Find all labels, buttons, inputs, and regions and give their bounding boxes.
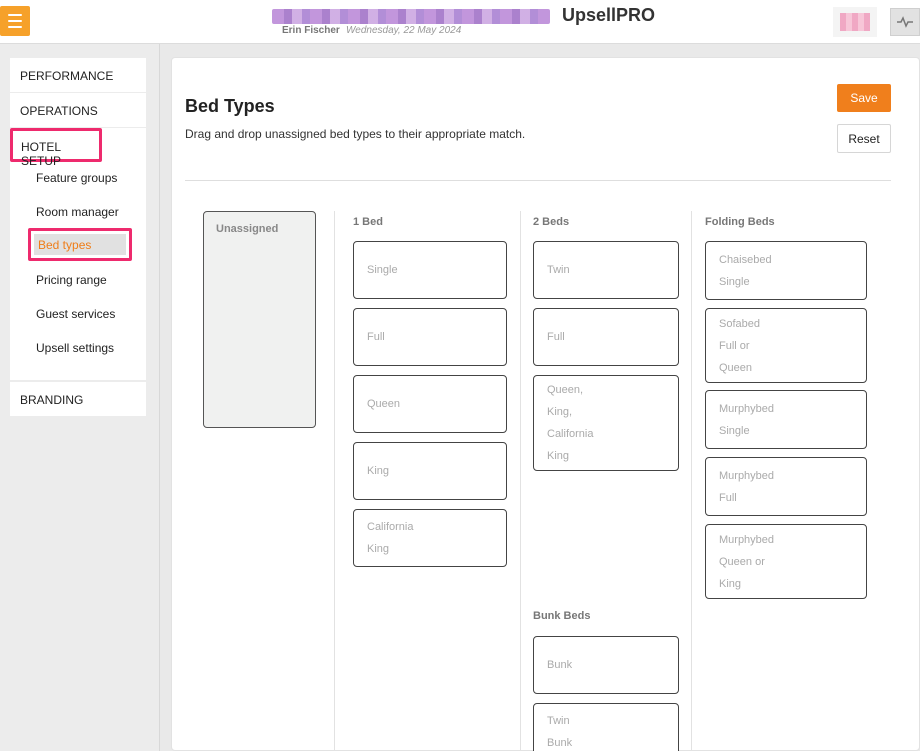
bed-card-king[interactable]: King bbox=[353, 442, 507, 500]
bed-card-line: Queen bbox=[367, 398, 401, 410]
bed-card-twin[interactable]: Twin bbox=[533, 241, 679, 299]
bed-card-line: Murphybed bbox=[719, 402, 775, 415]
hotel-logo bbox=[833, 7, 877, 37]
column-header-folding-beds: Folding Beds bbox=[705, 216, 775, 228]
hamburger-menu-button[interactable] bbox=[0, 6, 30, 36]
activity-icon bbox=[897, 16, 913, 28]
nav-bed-types-label: Bed types bbox=[34, 234, 126, 255]
column-divider bbox=[334, 211, 335, 751]
column-header-2-beds: 2 Beds bbox=[533, 216, 570, 228]
bed-card-full-2[interactable]: Full bbox=[533, 308, 679, 366]
bed-card-line: Full bbox=[547, 331, 565, 343]
bed-card-line: Queen, bbox=[547, 384, 584, 396]
nav-upsell-settings[interactable]: Upsell settings bbox=[36, 341, 114, 355]
page-description: Drag and drop unassigned bed types to th… bbox=[185, 127, 526, 141]
nav-guest-services[interactable]: Guest services bbox=[36, 307, 115, 321]
bed-card-line: Queen or bbox=[719, 555, 765, 568]
bed-card-line: King, bbox=[547, 406, 573, 418]
bed-card-bunk[interactable]: Bunk bbox=[533, 636, 679, 694]
app-name: UpsellPRO bbox=[562, 5, 656, 25]
bed-card-murphybed-queen-king[interactable]: Murphybed Queen or King bbox=[705, 524, 867, 599]
bed-card-line: Chaisebed bbox=[719, 253, 772, 266]
bed-card-line: Single bbox=[367, 264, 398, 276]
bed-card-full[interactable]: Full bbox=[353, 308, 507, 366]
bed-card-single[interactable]: Single bbox=[353, 241, 507, 299]
nav-performance[interactable]: PERFORMANCE bbox=[10, 58, 146, 93]
bed-card-line: Twin bbox=[547, 715, 570, 727]
bed-card-line: King bbox=[719, 577, 742, 590]
bed-card-murphybed-full[interactable]: Murphybed Full bbox=[705, 457, 867, 516]
bed-card-line: Sofabed bbox=[719, 317, 760, 330]
bed-card-line: King bbox=[367, 465, 390, 477]
divider bbox=[185, 180, 891, 181]
nav-operations[interactable]: OPERATIONS bbox=[10, 93, 146, 128]
main-panel: Bed Types Drag and drop unassigned bed t… bbox=[171, 57, 920, 751]
bed-card-line: Murphybed bbox=[719, 533, 775, 546]
bed-card-line: Single bbox=[719, 275, 750, 288]
current-date: Wednesday, 22 May 2024 bbox=[346, 25, 462, 36]
bed-card-line: Queen bbox=[719, 361, 753, 374]
bed-card-queen[interactable]: Queen bbox=[353, 375, 507, 433]
nav-branding[interactable]: BRANDING bbox=[10, 382, 146, 417]
app-header: UpsellPRO Erin Fischer Wednesday, 22 May… bbox=[0, 0, 920, 44]
bed-card-line: Bunk bbox=[547, 737, 573, 749]
user-name: Erin Fischer bbox=[282, 25, 340, 36]
bed-card-line: Single bbox=[719, 424, 750, 437]
bed-card-line: King bbox=[367, 543, 390, 555]
column-header-1-bed: 1 Bed bbox=[353, 216, 383, 228]
hotel-name-redacted bbox=[272, 9, 550, 24]
bed-card-california-king[interactable]: California King bbox=[353, 509, 507, 567]
column-divider bbox=[520, 211, 521, 751]
bed-card-line: Full bbox=[367, 331, 385, 343]
bed-card-sofabed[interactable]: Sofabed Full or Queen bbox=[705, 308, 867, 383]
bed-card-line: Full or bbox=[719, 339, 750, 352]
page-title: Bed Types bbox=[185, 96, 275, 116]
bed-card-line: Murphybed bbox=[719, 469, 775, 482]
column-header-bunk-beds: Bunk Beds bbox=[533, 610, 591, 622]
save-button[interactable]: Save bbox=[837, 84, 891, 112]
bed-card-line: California bbox=[367, 521, 414, 533]
nav-bed-types[interactable]: Bed types bbox=[28, 228, 132, 261]
bed-card-chaisebed-single[interactable]: Chaisebed Single bbox=[705, 241, 867, 300]
unassigned-dropzone[interactable]: Unassigned bbox=[203, 211, 316, 428]
nav-hotel-setup-group: HOTEL SETUP Feature groups Room manager … bbox=[10, 128, 146, 380]
nav-feature-groups[interactable]: Feature groups bbox=[36, 171, 117, 185]
bed-card-queen-king-california-king[interactable]: Queen, King, California King bbox=[533, 375, 679, 471]
nav-pricing-range[interactable]: Pricing range bbox=[36, 273, 107, 287]
nav-room-manager[interactable]: Room manager bbox=[36, 205, 119, 219]
bed-card-line: King bbox=[547, 450, 570, 462]
bed-card-line: Full bbox=[719, 491, 737, 504]
nav-hotel-setup[interactable]: HOTEL SETUP bbox=[10, 128, 102, 168]
bed-card-line: California bbox=[547, 428, 594, 440]
activity-button[interactable] bbox=[890, 8, 920, 36]
sidebar: PERFORMANCE OPERATIONS HOTEL SETUP Featu… bbox=[0, 44, 160, 751]
bed-card-line: Twin bbox=[547, 264, 570, 276]
reset-button[interactable]: Reset bbox=[837, 124, 891, 153]
bed-card-murphybed-single[interactable]: Murphybed Single bbox=[705, 390, 867, 449]
column-divider bbox=[691, 211, 692, 751]
bed-card-twin-bunk[interactable]: Twin Bunk bbox=[533, 703, 679, 751]
hamburger-icon bbox=[8, 14, 22, 16]
bed-card-line: Bunk bbox=[547, 659, 573, 671]
